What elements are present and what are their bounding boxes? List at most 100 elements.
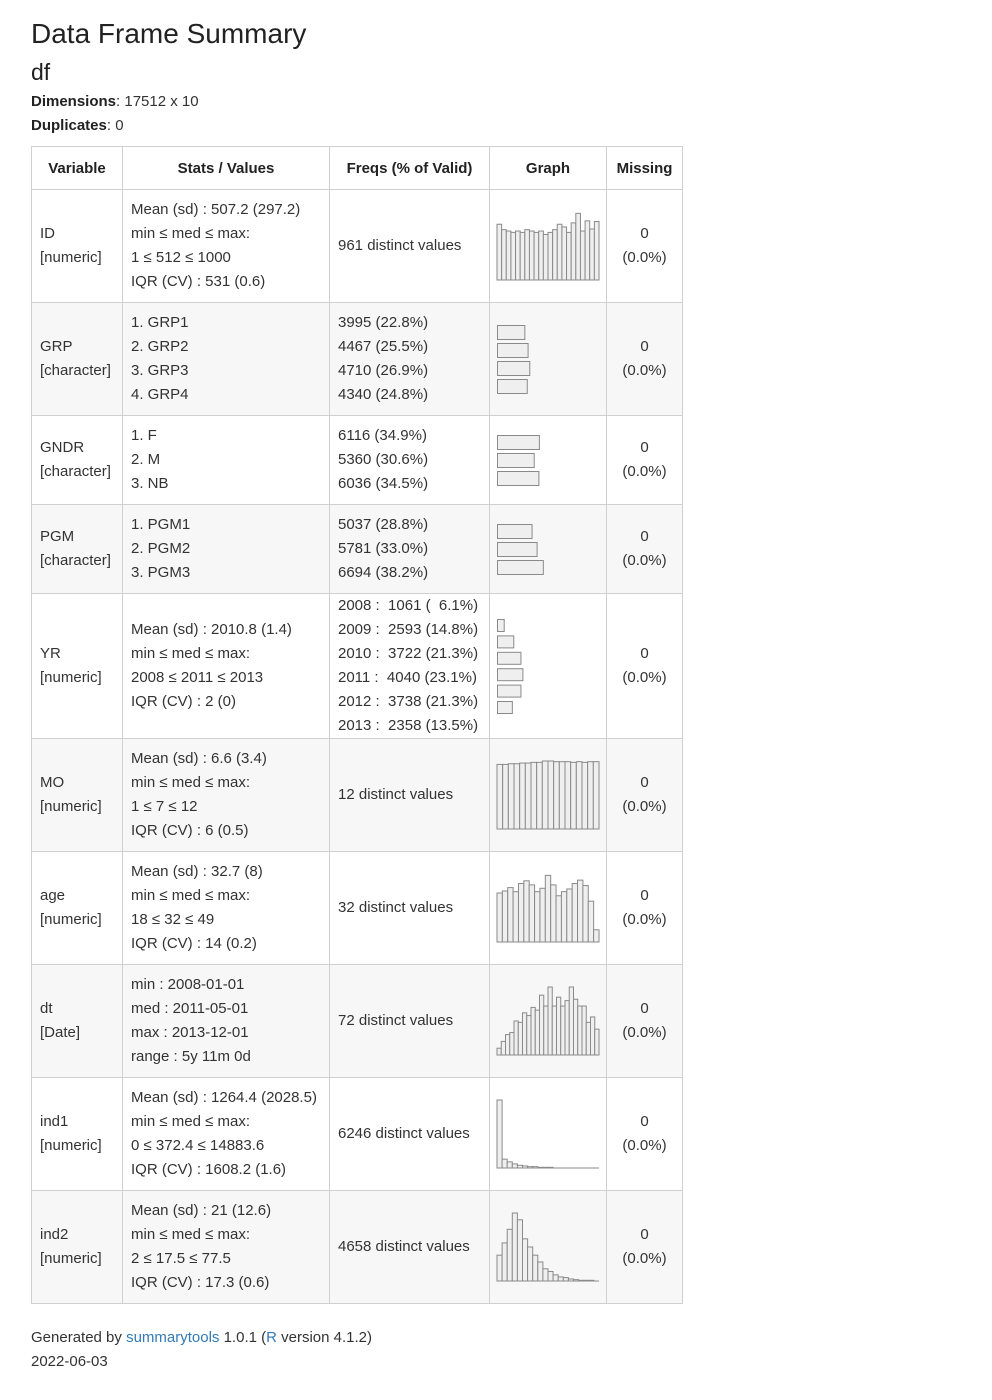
bar <box>507 763 515 830</box>
freqs-cell-line: 6036 (34.5%) <box>338 475 429 492</box>
bar <box>513 763 521 830</box>
missing-cell-line: (0.0%) <box>622 362 667 379</box>
stats-cell-line: range : 5y 11m 0d <box>131 1048 251 1065</box>
stats-cell: 1. PGM1 2. PGM2 3. PGM3 <box>122 504 330 594</box>
freqs-cell: 4658 distinct values <box>329 1190 490 1304</box>
variable-cell-line: [numeric] <box>40 798 102 815</box>
bar <box>513 1020 519 1056</box>
bar <box>528 230 535 281</box>
bar <box>556 223 563 281</box>
stats-cell: Mean (sd) : 6.6 (3.4) min ≤ med ≤ max: 1 ≤… <box>122 738 330 852</box>
graph-cell <box>489 1190 607 1304</box>
histogram-ID <box>496 212 600 281</box>
bar <box>539 994 545 1056</box>
histogram-ind2 <box>496 1212 599 1282</box>
duplicates-label: Duplicates <box>31 117 107 134</box>
variable-cell: MO [numeric] <box>31 738 123 852</box>
freqs-cell: 72 distinct values <box>329 964 490 1078</box>
graph-cell <box>489 964 607 1078</box>
freqs-cell: 6246 distinct values <box>329 1077 490 1191</box>
freqs-cell-line: 2010 : 3722 (21.3%) <box>338 645 479 662</box>
bar <box>497 453 535 468</box>
variable-cell-line: [Date] <box>40 1024 81 1041</box>
variable-cell-line: PGM <box>40 528 75 545</box>
freqs-cell-line: 4467 (25.5%) <box>338 338 429 355</box>
variable-cell: dt [Date] <box>31 964 123 1078</box>
variable-cell-line: [numeric] <box>40 249 102 266</box>
bar <box>497 435 540 450</box>
bar <box>555 895 562 943</box>
stats-cell-line: 18 ≤ 32 ≤ 49 <box>131 911 215 928</box>
freqs-cell-line: 72 distinct values <box>338 1012 454 1029</box>
histogram-PGM <box>497 524 544 575</box>
freqs-cell: 2008 : 1061 ( 6.1%) 2009 : 2593 (14.8%) 20… <box>329 593 490 739</box>
graph-cell <box>489 415 607 505</box>
bar <box>547 986 553 1056</box>
bar <box>551 1005 557 1056</box>
bar <box>558 761 566 830</box>
bar <box>537 1261 544 1282</box>
variable-cell-line: ind1 <box>40 1113 69 1130</box>
freqs-cell: 5037 (28.8%) 5781 (33.0%) 6694 (38.2%) <box>329 504 490 594</box>
table-row: ID [numeric] Mean (sd) : 507.2 (297.2) min … <box>31 189 683 303</box>
bar <box>500 1040 506 1056</box>
summary-page: Data Frame Summary df Dimensions: 17512 … <box>0 0 992 1374</box>
header-stats: Stats / Values <box>122 146 330 190</box>
bar <box>552 229 558 281</box>
bar <box>497 668 524 682</box>
freqs-cell-line: 5781 (33.0%) <box>338 540 429 557</box>
bar <box>550 884 557 943</box>
page-subtitle: df <box>31 59 51 85</box>
bar <box>497 619 505 632</box>
missing-cell: 0 (0.0%) <box>606 302 683 416</box>
bar <box>536 761 543 830</box>
bar <box>496 1254 503 1282</box>
table-row: YR [numeric] Mean (sd) : 2010.8 (1.4) min ≤… <box>31 593 683 739</box>
variable-cell-line: [character] <box>40 463 111 480</box>
freqs-cell-line: 5037 (28.8%) <box>338 516 429 533</box>
freqs-cell-line: 2012 : 3738 (21.3%) <box>338 693 479 710</box>
stats-cell-line: 2. M <box>131 451 161 468</box>
bar <box>522 1238 529 1282</box>
bar <box>538 230 544 281</box>
table-row: ind1 [numeric] Mean (sd) : 1264.4 (2028.5)… <box>31 1077 683 1191</box>
stats-cell-line: Mean (sd) : 32.7 (8) <box>131 863 263 880</box>
stats-cell-line: 1. PGM1 <box>131 516 191 533</box>
histogram-GRP <box>497 325 531 394</box>
stats-cell-line: min ≤ med ≤ max: <box>131 645 250 662</box>
bar <box>497 343 529 358</box>
bar <box>496 1099 503 1169</box>
variable-cell: GRP [character] <box>31 302 123 416</box>
stats-cell: 1. F 2. M 3. NB <box>122 415 330 505</box>
stats-cell-line: min ≤ med ≤ max: <box>131 1226 250 1243</box>
missing-cell-line: (0.0%) <box>622 911 667 928</box>
freqs-cell-line: 12 distinct values <box>338 786 454 803</box>
duplicates-line: Duplicates: 0 <box>31 114 992 138</box>
bar <box>589 228 595 281</box>
bar <box>497 560 544 575</box>
r-link[interactable]: R <box>266 1329 277 1346</box>
bar <box>587 900 595 943</box>
bar <box>496 1047 502 1056</box>
summarytools-link[interactable]: summarytools <box>126 1329 219 1346</box>
footer-generated-text: Generated by <box>31 1329 127 1346</box>
stats-cell: Mean (sd) : 1264.4 (2028.5) min ≤ med ≤ m… <box>122 1077 330 1191</box>
missing-cell-line: 0 <box>640 774 649 791</box>
bar <box>539 887 546 943</box>
bar <box>590 1016 596 1056</box>
bar <box>497 542 538 557</box>
summary-table: Variable Stats / Values Freqs (% of Vali… <box>31 146 683 1304</box>
bar <box>497 325 526 340</box>
bar <box>519 231 526 281</box>
bar <box>510 231 517 281</box>
bar <box>528 884 536 943</box>
variable-cell-line: ind2 <box>40 1226 69 1243</box>
variable-cell-line: [numeric] <box>40 669 102 686</box>
stats-cell-line: IQR (CV) : 2 (0) <box>131 693 237 710</box>
bar <box>585 1021 591 1056</box>
missing-cell: 0 (0.0%) <box>606 593 683 739</box>
bar <box>511 1163 518 1169</box>
bar <box>568 986 574 1056</box>
stats-cell-line: Mean (sd) : 2010.8 (1.4) <box>131 621 292 638</box>
bar <box>506 1228 513 1282</box>
